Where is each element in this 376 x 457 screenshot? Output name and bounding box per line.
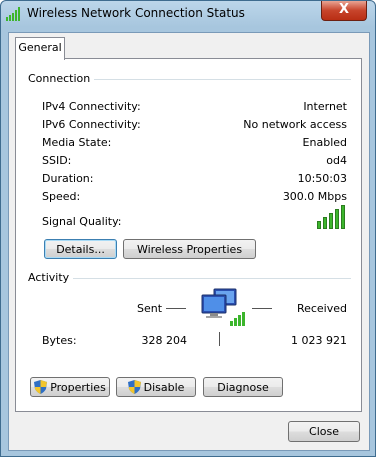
sent-line <box>166 308 186 309</box>
duration-label: Duration: <box>42 172 94 185</box>
media-state-value: Enabled <box>302 136 347 149</box>
network-computers-icon <box>201 288 245 326</box>
diagnose-button[interactable]: Diagnose <box>203 377 283 397</box>
media-state-label: Media State: <box>42 136 112 149</box>
received-line <box>252 308 272 309</box>
signal-bar-4 <box>335 209 339 229</box>
received-label: Received <box>296 302 347 315</box>
ipv6-label: IPv6 Connectivity: <box>42 118 141 131</box>
window-close-button[interactable]: X <box>321 1 367 21</box>
speed-value: 300.0 Mbps <box>282 190 347 203</box>
general-tab-panel: Connection IPv4 Connectivity: Internet I… <box>15 58 362 412</box>
uac-shield-icon <box>127 380 141 394</box>
signal-bar-3 <box>329 213 333 229</box>
details-button[interactable]: Details... <box>44 239 117 259</box>
properties-button-label: Properties <box>50 381 106 394</box>
wireless-signal-icon <box>6 7 20 21</box>
activity-group-divider <box>28 278 351 279</box>
activity-divider <box>219 332 220 346</box>
status-window: Wireless Network Connection Status X Gen… <box>0 0 376 457</box>
bytes-sent-value: 328 204 <box>141 334 188 347</box>
tab-general[interactable]: General <box>15 37 65 60</box>
disable-button-label: Disable <box>143 381 185 394</box>
properties-button[interactable]: Properties <box>30 377 110 397</box>
activity-group-label: Activity <box>28 271 74 284</box>
close-button[interactable]: Close <box>288 421 360 442</box>
wireless-properties-button[interactable]: Wireless Properties <box>123 239 256 259</box>
bytes-label: Bytes: <box>42 334 77 347</box>
signal-bar-1 <box>317 221 321 229</box>
ssid-label: SSID: <box>42 154 72 167</box>
uac-shield-icon <box>34 380 48 394</box>
window-title: Wireless Network Connection Status <box>27 6 245 20</box>
title-bar[interactable]: Wireless Network Connection Status X <box>1 1 375 27</box>
disable-button[interactable]: Disable <box>116 377 196 397</box>
signal-quality-label: Signal Quality: <box>42 215 122 228</box>
signal-bar-2 <box>323 217 327 229</box>
signal-bar-5 <box>341 205 345 229</box>
bytes-received-value: 1 023 921 <box>291 334 347 347</box>
connection-group-label: Connection <box>28 72 95 85</box>
speed-label: Speed: <box>42 190 81 203</box>
signal-quality-bars-icon <box>317 205 347 229</box>
ssid-value: od4 <box>326 154 347 167</box>
ipv6-value: No network access <box>243 118 347 131</box>
sent-label: Sent <box>137 302 163 315</box>
duration-value: 10:50:03 <box>297 172 347 185</box>
ipv4-label: IPv4 Connectivity: <box>42 100 141 113</box>
ipv4-value: Internet <box>303 100 347 113</box>
dialog-client-area: General Connection IPv4 Connectivity: In… <box>8 32 370 451</box>
